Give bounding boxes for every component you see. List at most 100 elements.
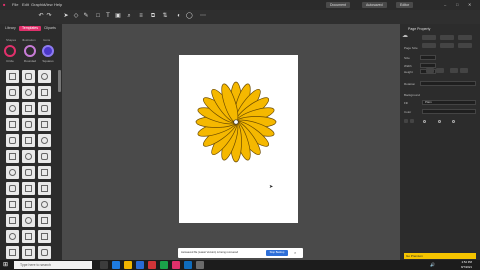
app-icon-red[interactable] <box>148 261 156 269</box>
small-toggle-2[interactable] <box>410 119 414 123</box>
text-icon[interactable]: T <box>105 13 111 20</box>
shape-tile[interactable] <box>6 118 19 131</box>
shape-tile[interactable] <box>22 102 35 115</box>
redo-icon[interactable]: ↷ <box>46 13 52 20</box>
notice-close-icon[interactable]: × <box>294 250 296 255</box>
maximize-icon[interactable]: □ <box>456 2 458 7</box>
menu-view[interactable]: View <box>44 2 53 7</box>
subtab-icons[interactable]: Icons <box>43 38 50 42</box>
taskbar-clock[interactable]: 2:52 PM 8/7/2021 <box>450 260 472 270</box>
shape-tile[interactable] <box>6 230 19 243</box>
shape-tile[interactable] <box>38 134 51 147</box>
shape-tile[interactable] <box>6 198 19 211</box>
more-icon[interactable]: ⋯ <box>200 13 206 20</box>
lock-button[interactable] <box>460 68 468 73</box>
shape-tile[interactable] <box>6 150 19 163</box>
volume-icon[interactable]: 🔊 <box>430 262 435 267</box>
tab-library[interactable]: Library <box>2 26 19 31</box>
shape-tile[interactable] <box>22 246 35 259</box>
autosaved-button[interactable]: Autosaved <box>362 2 387 8</box>
page-option-6[interactable] <box>458 43 472 48</box>
size-input[interactable] <box>420 55 436 60</box>
shape-icon[interactable]: □ <box>95 13 101 20</box>
left-scrollbar[interactable] <box>58 70 61 92</box>
fill-select[interactable]: Plain <box>422 100 476 105</box>
rotation-input[interactable] <box>420 81 476 86</box>
color-picker[interactable] <box>422 109 476 114</box>
shape-tile[interactable] <box>38 118 51 131</box>
app-icon-gray[interactable] <box>196 261 204 269</box>
shape-tile[interactable] <box>22 166 35 179</box>
editor-button[interactable]: Editor <box>396 2 414 8</box>
shape-tile[interactable] <box>6 182 19 195</box>
shape-tile[interactable] <box>38 230 51 243</box>
windows-start-icon[interactable]: ⊞ <box>3 261 8 268</box>
page-option-2[interactable] <box>440 35 454 40</box>
edge-icon[interactable] <box>112 261 120 269</box>
group-icon[interactable]: ⧉ <box>150 13 156 20</box>
shape-tile[interactable] <box>38 86 51 99</box>
minimize-icon[interactable]: – <box>444 2 446 7</box>
radio-option-2[interactable] <box>438 120 441 123</box>
menu-graphic[interactable]: Graphic <box>31 2 45 7</box>
shape-tile[interactable] <box>22 118 35 131</box>
page-option-5[interactable] <box>440 43 454 48</box>
image-icon[interactable]: ▣ <box>115 13 121 20</box>
pen-icon[interactable]: ✎ <box>83 13 89 20</box>
circle-shape-button[interactable] <box>4 45 16 57</box>
document-page[interactable] <box>179 55 298 223</box>
document-button[interactable]: Document <box>326 2 350 8</box>
store-icon[interactable] <box>136 261 144 269</box>
shape-tile[interactable] <box>22 182 35 195</box>
shape-tile[interactable] <box>6 102 19 115</box>
squares-shape-button[interactable] <box>42 45 54 57</box>
shape-tile[interactable] <box>38 70 51 83</box>
shape-tile[interactable] <box>38 182 51 195</box>
premium-banner[interactable]: Go Premium <box>404 253 476 259</box>
shape-tile[interactable] <box>22 70 35 83</box>
shape-tile[interactable] <box>22 150 35 163</box>
file-explorer-icon[interactable] <box>124 261 132 269</box>
app-icon-green[interactable] <box>160 261 168 269</box>
unit-button[interactable] <box>450 68 458 73</box>
orientation-landscape[interactable] <box>436 68 444 73</box>
shape-tile[interactable] <box>6 166 19 179</box>
radio-option-1[interactable] <box>423 120 426 123</box>
page-option-3[interactable] <box>458 35 472 40</box>
tab-templates[interactable]: Templates <box>19 26 41 31</box>
stop-backup-button[interactable]: Stop Backup <box>266 250 288 256</box>
select-icon[interactable]: ➤ <box>63 13 69 20</box>
shape-tile[interactable] <box>38 150 51 163</box>
menu-file[interactable]: File <box>12 2 18 7</box>
zoom-icon[interactable]: ⌕ <box>126 13 132 20</box>
shape-tile[interactable] <box>22 198 35 211</box>
align-icon[interactable]: ≡ <box>138 13 144 20</box>
shape-tile[interactable] <box>6 246 19 259</box>
node-icon[interactable]: ◇ <box>73 13 79 20</box>
shape-tile[interactable] <box>6 86 19 99</box>
shape-tile[interactable] <box>38 166 51 179</box>
palette-icon[interactable]: ☁ <box>402 32 408 39</box>
task-view-icon[interactable] <box>100 261 108 269</box>
shape-tile[interactable] <box>38 246 51 259</box>
radio-option-3[interactable] <box>452 120 455 123</box>
app-icon-blue[interactable] <box>184 261 192 269</box>
shape-tile[interactable] <box>6 134 19 147</box>
taskbar-search-input[interactable]: Type here to search <box>14 261 92 269</box>
fill-icon[interactable]: ◐ <box>176 13 182 20</box>
flower-drawing[interactable] <box>179 55 298 223</box>
menu-help[interactable]: Help <box>54 2 62 7</box>
stroke-icon[interactable]: ◯ <box>186 13 193 20</box>
subtab-shapes[interactable]: Shapes <box>6 38 16 42</box>
small-toggle[interactable] <box>404 119 408 123</box>
shape-tile[interactable] <box>38 198 51 211</box>
tab-cliparts[interactable]: Cliparts <box>41 26 59 31</box>
close-icon[interactable]: ✕ <box>468 2 471 7</box>
undo-icon[interactable]: ↶ <box>38 13 44 20</box>
page-option-1[interactable] <box>422 35 436 40</box>
shape-tile[interactable] <box>22 86 35 99</box>
arrange-icon[interactable]: ⇅ <box>162 13 168 20</box>
shape-tile[interactable] <box>22 214 35 227</box>
shape-tile[interactable] <box>6 70 19 83</box>
page-option-4[interactable] <box>422 43 436 48</box>
